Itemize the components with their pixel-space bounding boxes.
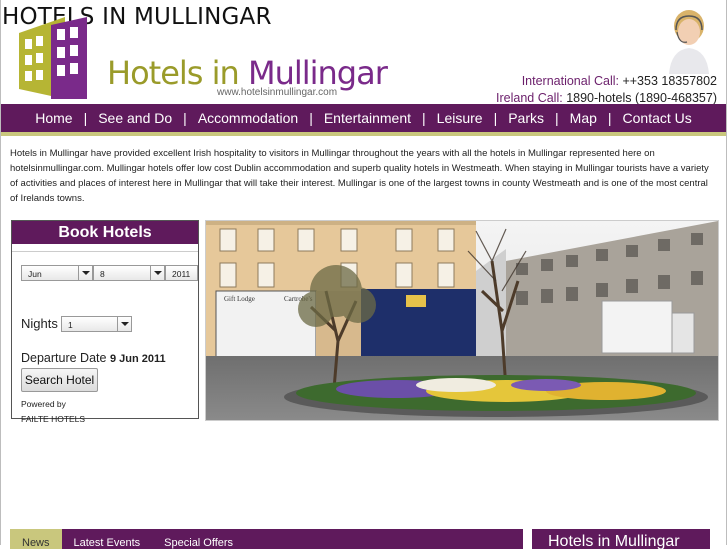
- departure-label: Departure Date: [21, 351, 107, 365]
- ireland-call-number: 1890-hotels (1890-468357): [566, 91, 717, 105]
- search-hotel-button[interactable]: Search Hotel: [21, 368, 98, 392]
- tab-news[interactable]: News: [10, 529, 62, 549]
- town-square-photo-image: Gift Lodge Cartrobe's: [206, 221, 718, 420]
- booking-subheader: [12, 244, 198, 252]
- year-value: 2011: [172, 269, 191, 279]
- month-select[interactable]: Jun: [21, 265, 93, 281]
- nav-leisure[interactable]: Leisure: [426, 104, 494, 132]
- powered-by: Powered by FAILTE HOTELS: [21, 397, 85, 427]
- tab-special-offers[interactable]: Special Offers: [152, 529, 245, 549]
- side-box-title: Hotels in Mullingar: [548, 533, 680, 550]
- departure-date: Departure Date 9 Jun 2011: [21, 351, 166, 365]
- nights-select[interactable]: 1: [61, 316, 132, 332]
- hotels-side-box: Hotels in Mullingar: [532, 529, 710, 550]
- chevron-down-icon: [117, 317, 131, 331]
- month-value: Jun: [28, 269, 42, 279]
- shop-sign-gift-lodge: Gift Lodge: [224, 295, 255, 303]
- international-call-number: ++353 18357802: [622, 74, 717, 88]
- town-square-photo: Gift Lodge Cartrobe's: [205, 220, 719, 421]
- international-call-line: International Call: ++353 18357802: [496, 73, 717, 90]
- nav-accommodation[interactable]: Accommodation: [187, 104, 309, 132]
- contact-info: International Call: ++353 18357802 Irela…: [496, 73, 717, 107]
- tab-latest-events[interactable]: Latest Events: [62, 529, 153, 549]
- booking-title: Book Hotels: [12, 221, 198, 244]
- powered-by-label: Powered by: [21, 399, 66, 409]
- powered-by-link[interactable]: FAILTE HOTELS: [21, 412, 85, 427]
- intro-paragraph: Hotels in Mullingar have provided excell…: [10, 148, 709, 204]
- ireland-call-label: Ireland Call:: [496, 91, 563, 105]
- building-logo-icon: [19, 17, 87, 99]
- international-call-label: International Call:: [521, 74, 619, 88]
- day-select[interactable]: 8: [93, 265, 165, 281]
- day-value: 8: [100, 269, 105, 279]
- year-select[interactable]: 2011: [165, 265, 198, 281]
- nav-contact-us[interactable]: Contact Us: [612, 104, 703, 132]
- nights-label: Nights: [21, 316, 58, 331]
- call-center-agent-icon: [669, 10, 709, 74]
- departure-value: 9 Jun 2011: [109, 353, 166, 365]
- nav-home[interactable]: Home: [24, 104, 83, 132]
- nav-parks[interactable]: Parks: [497, 104, 555, 132]
- logo-url: www.hotelsinmullingar.com: [217, 87, 338, 98]
- nights-value: 1: [68, 320, 73, 330]
- news-tabs: News Latest Events Special Offers: [10, 529, 523, 549]
- chevron-down-icon: [150, 266, 164, 280]
- nav-map[interactable]: Map: [559, 104, 608, 132]
- nav-entertainment[interactable]: Entertainment: [313, 104, 422, 132]
- site-logo[interactable]: Hotels in Mullingar www.hotelsinmullinga…: [17, 15, 388, 105]
- main-nav: Home | See and Do | Accommodation | Enterta…: [1, 104, 726, 136]
- nav-see-and-do[interactable]: See and Do: [87, 104, 183, 132]
- chevron-down-icon: [78, 266, 92, 280]
- booking-widget: Book Hotels Jun 8 2011 Nights 1 Departur…: [11, 220, 199, 424]
